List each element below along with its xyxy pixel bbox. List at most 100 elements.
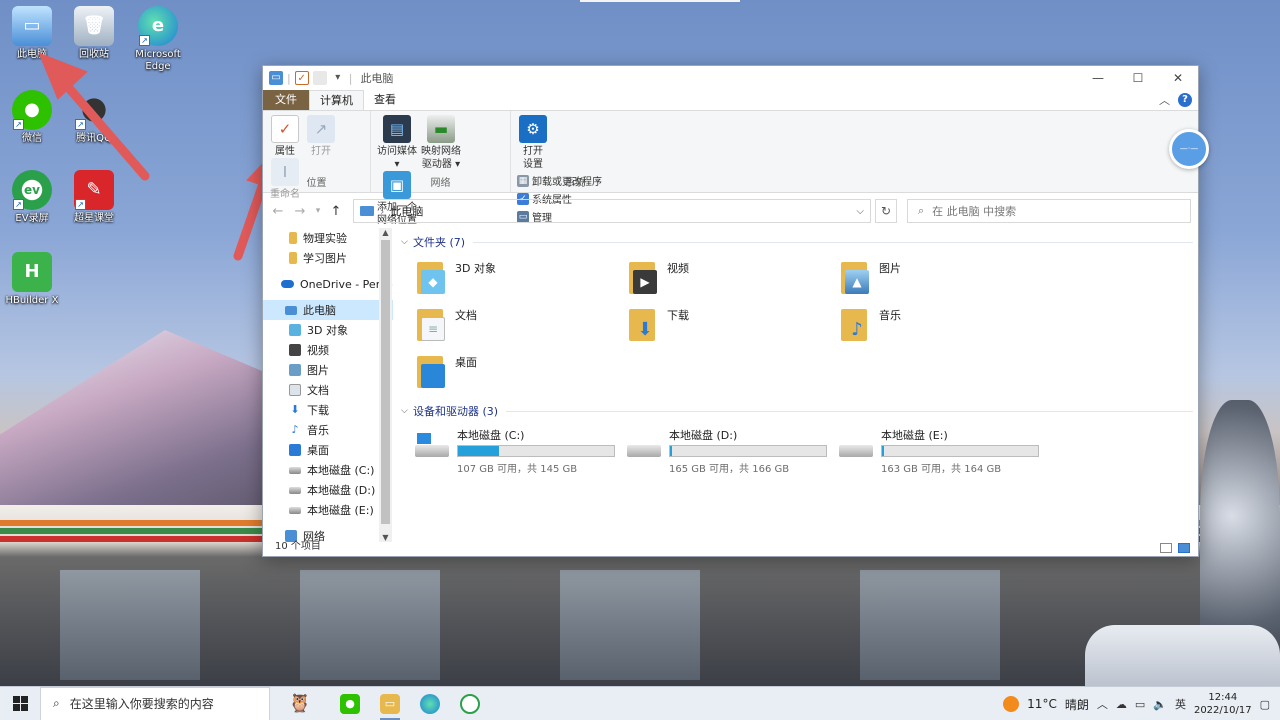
map-network-drive-button[interactable]: ▬ 映射网络 驱动器 ▾ (419, 115, 463, 171)
recent-locations-icon[interactable]: ▾ (311, 206, 325, 216)
input-method-indicator[interactable]: 英 (1175, 696, 1186, 712)
properties-check-icon[interactable]: ✓ (294, 71, 309, 85)
nav-item[interactable]: 桌面 (263, 440, 393, 460)
open-settings-button[interactable]: ⚙ 打开 设置 (515, 115, 551, 171)
folders-section-header[interactable]: ⌵ 文件夹 (7) (401, 234, 1193, 250)
nav-item[interactable]: 本地磁盘 (D:) (263, 480, 393, 500)
address-row: ← → ▾ ↑ › 此电脑 ⌵ ↻ ⌕ 在 此电脑 中搜索 (263, 198, 1198, 224)
chevron-down-icon[interactable]: ⌵ (401, 237, 413, 247)
properties-button[interactable]: ✓ 属性 (267, 115, 303, 158)
chevron-down-icon[interactable]: ▾ (331, 71, 345, 85)
refresh-button[interactable]: ↻ (875, 199, 897, 223)
network-icon[interactable]: ▭ (1135, 698, 1145, 711)
nav-item[interactable]: 本地磁盘 (C:) (263, 460, 393, 480)
help-icon[interactable]: ? (1178, 93, 1192, 107)
scrollbar-thumb[interactable] (381, 240, 390, 524)
address-bar[interactable]: › 此电脑 ⌵ (353, 199, 871, 223)
temperature[interactable]: 11°C (1027, 697, 1057, 711)
large-icons-view-icon[interactable] (1178, 543, 1190, 553)
nav-item[interactable]: 视频 (263, 340, 393, 360)
folder-label: 下载 (667, 309, 689, 322)
weather-text[interactable]: 晴朗 (1065, 696, 1089, 713)
quick-access-toolbar: ▭ | ✓ ▾ | (269, 71, 352, 85)
taskbar-search-box[interactable]: ⌕ 在这里输入你要搜索的内容 (40, 686, 270, 720)
drive-item[interactable]: 本地磁盘 (C:) 107 GB 可用，共 145 GB (415, 427, 627, 475)
forward-button[interactable]: → (289, 204, 311, 219)
folders-grid: ◆ 3D 对象 ▶ 视频 ▲ 图片 ≡ 文档 ⬇ 下载 ♪ 音乐 桌面 (417, 256, 1193, 397)
taskbar-app-file-explorer[interactable]: ▭ (370, 687, 410, 720)
folder-item[interactable]: ◆ 3D 对象 (417, 256, 629, 303)
search-highlight-owl-icon[interactable]: 🦉 (270, 687, 330, 720)
close-button[interactable]: ✕ (1158, 66, 1198, 90)
shortcut-arrow-icon: ↗ (13, 199, 24, 210)
desktop-icon-qq[interactable]: ↗ 腾讯QQ (62, 90, 126, 145)
access-media-button[interactable]: ▤ 访问媒体 ▾ (375, 115, 419, 171)
new-folder-icon[interactable] (312, 71, 327, 85)
nav-item[interactable]: ⬇ 下载 (263, 400, 393, 420)
volume-icon[interactable]: 🔈 (1153, 698, 1167, 711)
nav-item[interactable]: 图片 (263, 360, 393, 380)
chevron-down-icon[interactable]: ⌵ (856, 206, 864, 217)
details-view-icon[interactable] (1160, 543, 1172, 553)
drive-item[interactable]: 本地磁盘 (D:) 165 GB 可用，共 166 GB (627, 427, 839, 475)
nav-item[interactable]: 3D 对象 (263, 320, 393, 340)
weather-sun-icon[interactable] (1003, 696, 1020, 712)
nav-item[interactable]: 本地磁盘 (E:) (263, 500, 393, 520)
desktop-icon-ev-recorder[interactable]: ev ↗ EV录屏 (0, 170, 64, 225)
notification-icon[interactable]: ▢ (1260, 698, 1270, 711)
nav-pane-scrollbar[interactable]: ▲ ▼ (379, 228, 392, 542)
drive-icon (289, 466, 301, 474)
nav-item[interactable]: 学习图片 (263, 248, 393, 268)
nav-item[interactable]: OneDrive - Perso (263, 274, 393, 294)
taskbar-app-ev-recorder[interactable] (450, 687, 490, 720)
pictures-icon (289, 364, 301, 376)
nav-item-label: 音乐 (307, 424, 329, 437)
folder-item[interactable]: ▶ 视频 (629, 256, 841, 303)
nav-item-selected[interactable]: 此电脑 (263, 300, 393, 320)
chevron-down-icon[interactable]: ⌵ (401, 406, 413, 416)
folder-item[interactable]: ≡ 文档 (417, 303, 629, 350)
nav-item[interactable]: 文档 (263, 380, 393, 400)
nav-item[interactable]: 物理实验 (263, 228, 393, 248)
desktop-icon-chaoxing[interactable]: ✎ ↗ 超星课堂 (62, 170, 126, 225)
tab-view[interactable]: 查看 (364, 90, 406, 110)
folder-label: 文档 (455, 309, 477, 322)
desktop-icon-this-pc[interactable]: ▭ 此电脑 (0, 6, 64, 61)
media-icon: ▤ (383, 115, 411, 143)
nav-item-label: 桌面 (307, 444, 329, 457)
taskbar-app-wechat[interactable]: ● (330, 687, 370, 720)
folder-item[interactable]: ⬇ 下载 (629, 303, 841, 350)
taskbar-app-edge[interactable] (410, 687, 450, 720)
folder-item[interactable]: ▲ 图片 (841, 256, 1053, 303)
tab-computer[interactable]: 计算机 (309, 90, 364, 110)
folder-item[interactable]: ♪ 音乐 (841, 303, 1053, 350)
tab-file[interactable]: 文件 (263, 90, 309, 110)
drives-section-header[interactable]: ⌵ 设备和驱动器 (3) (401, 403, 1193, 419)
up-button[interactable]: ↑ (325, 204, 347, 219)
active-indicator (380, 717, 400, 720)
drive-item[interactable]: 本地磁盘 (E:) 163 GB 可用，共 164 GB (839, 427, 1051, 475)
tray-overflow-chevron-icon[interactable]: ︿ (1097, 696, 1108, 712)
nav-item-label: 本地磁盘 (E:) (307, 504, 374, 517)
ribbon-collapse-icon[interactable]: ︿ (1159, 92, 1170, 108)
search-input[interactable]: ⌕ 在 此电脑 中搜索 (907, 199, 1191, 223)
folder-item[interactable]: 桌面 (417, 350, 629, 397)
hbuilder-icon: H (12, 252, 52, 292)
desktop-icon-wechat[interactable]: ● ↗ 微信 (0, 90, 64, 145)
breadcrumb[interactable]: 此电脑 (390, 203, 423, 219)
back-button[interactable]: ← (267, 204, 289, 219)
open-button[interactable]: ↗ 打开 (303, 115, 339, 158)
cloud-icon[interactable]: ☁ (1116, 698, 1127, 711)
desktop-icon-recycle-bin[interactable]: 🗑 回收站 (62, 6, 126, 61)
taskbar-search-placeholder: 在这里输入你要搜索的内容 (69, 697, 214, 711)
floating-assistant-ball[interactable]: —·— (1169, 129, 1209, 169)
clock[interactable]: 12:44 2022/10/17 (1194, 691, 1252, 717)
desktop-icon-edge[interactable]: e ↗ Microsoft Edge (126, 6, 190, 73)
nav-item[interactable]: ♪ 音乐 (263, 420, 393, 440)
scroll-up-icon[interactable]: ▲ (379, 228, 392, 237)
minimize-button[interactable]: — (1078, 66, 1118, 90)
maximize-button[interactable]: ☐ (1118, 66, 1158, 90)
start-button[interactable] (0, 687, 40, 720)
shortcut-arrow-icon: ↗ (13, 119, 24, 130)
desktop-icon-hbuilder[interactable]: H HBuilder X (0, 252, 64, 307)
